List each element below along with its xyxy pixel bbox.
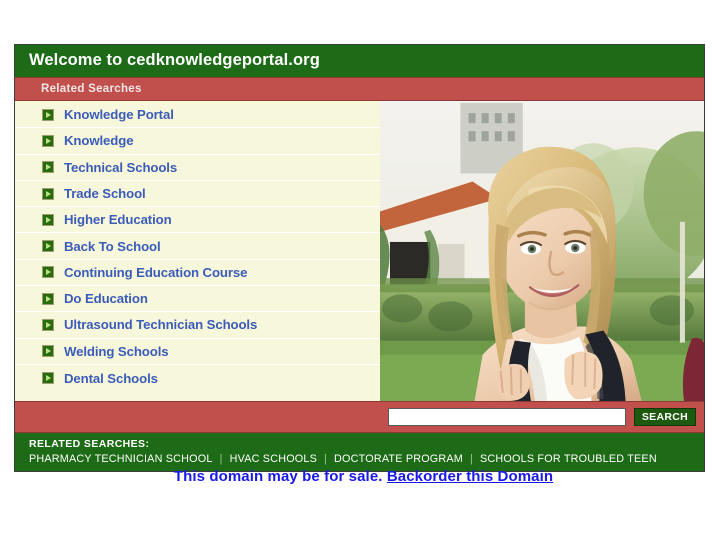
related-search-link[interactable]: Trade School: [64, 186, 146, 201]
related-search-link[interactable]: Dental Schools: [64, 371, 158, 386]
main-panel: Welcome to cedknowledgeportal.org Relate…: [14, 44, 705, 472]
arrow-bullet-icon: [42, 266, 54, 279]
related-search-link[interactable]: Continuing Education Course: [64, 265, 247, 280]
related-search-link[interactable]: Technical Schools: [64, 160, 177, 175]
arrow-bullet-icon: [42, 345, 54, 358]
student-photo-image: [380, 100, 704, 401]
footer-separator: |: [219, 452, 223, 465]
list-item[interactable]: Knowledge: [15, 128, 380, 155]
related-searches-heading: Related Searches: [15, 76, 704, 100]
arrow-bullet-icon: [42, 240, 54, 253]
domain-for-sale-text: This domain may be for sale.: [173, 468, 383, 485]
related-search-link[interactable]: Higher Education: [64, 212, 172, 227]
list-item[interactable]: Ultrasound Technician Schools: [15, 312, 380, 339]
related-search-link[interactable]: Do Education: [64, 291, 148, 306]
list-item[interactable]: Do Education: [15, 286, 380, 313]
related-search-link[interactable]: Back To School: [64, 239, 161, 254]
content-area: Knowledge Portal Knowledge Technical Sch…: [15, 99, 704, 401]
arrow-bullet-icon: [42, 108, 54, 121]
student-photo-svg: [380, 100, 704, 401]
domain-for-sale-notice: This domain may be for sale. Backorder t…: [0, 468, 727, 485]
arrow-bullet-icon: [42, 372, 54, 385]
related-searches-column: Knowledge Portal Knowledge Technical Sch…: [15, 100, 380, 401]
arrow-bullet-icon: [42, 187, 54, 200]
list-item[interactable]: Higher Education: [15, 207, 380, 234]
footer-title: RELATED SEARCHES:: [29, 437, 150, 450]
search-button[interactable]: SEARCH: [633, 407, 696, 426]
related-search-link[interactable]: Knowledge Portal: [64, 107, 174, 122]
related-search-link[interactable]: Knowledge: [64, 133, 134, 148]
list-item[interactable]: Back To School: [15, 233, 380, 260]
list-item[interactable]: Welding Schools: [15, 339, 380, 365]
page-title: Welcome to cedknowledgeportal.org: [15, 45, 704, 77]
backorder-domain-link[interactable]: Backorder this Domain: [387, 468, 553, 485]
footer-link-hvac-schools[interactable]: HVAC SCHOOLS: [230, 453, 317, 465]
footer-related-searches: RELATED SEARCHES: PHARMACY TECHNICIAN SC…: [15, 431, 704, 471]
hero-photo: [380, 100, 704, 401]
list-item[interactable]: Technical Schools: [15, 155, 380, 181]
arrow-bullet-icon: [42, 213, 54, 226]
arrow-bullet-icon: [42, 292, 54, 305]
footer-link-pharmacy-technician-school[interactable]: PHARMACY TECHNICIAN SCHOOL: [29, 453, 213, 465]
search-input[interactable]: [387, 407, 626, 426]
footer-link-doctorate-program[interactable]: DOCTORATE PROGRAM: [334, 453, 463, 465]
arrow-bullet-icon: [42, 318, 54, 331]
footer-separator: |: [470, 452, 474, 465]
related-search-link[interactable]: Ultrasound Technician Schools: [64, 317, 257, 332]
list-item[interactable]: Knowledge Portal: [15, 102, 380, 129]
footer-link-schools-for-troubled-teen[interactable]: SCHOOLS FOR TROUBLED TEEN: [480, 453, 657, 465]
list-item[interactable]: Continuing Education Course: [15, 260, 380, 287]
footer-links: PHARMACY TECHNICIAN SCHOOL | HVAC SCHOOL…: [29, 453, 704, 465]
arrow-bullet-icon: [42, 161, 54, 174]
search-bar: SEARCH: [15, 400, 704, 432]
related-searches-list: Knowledge Portal Knowledge Technical Sch…: [15, 102, 380, 391]
list-item[interactable]: Trade School: [15, 181, 380, 208]
page-root: Welcome to cedknowledgeportal.org Relate…: [0, 0, 727, 545]
related-search-link[interactable]: Welding Schools: [64, 344, 169, 359]
list-item[interactable]: Dental Schools: [15, 365, 380, 391]
footer-separator: |: [324, 452, 328, 465]
arrow-bullet-icon: [42, 134, 54, 147]
